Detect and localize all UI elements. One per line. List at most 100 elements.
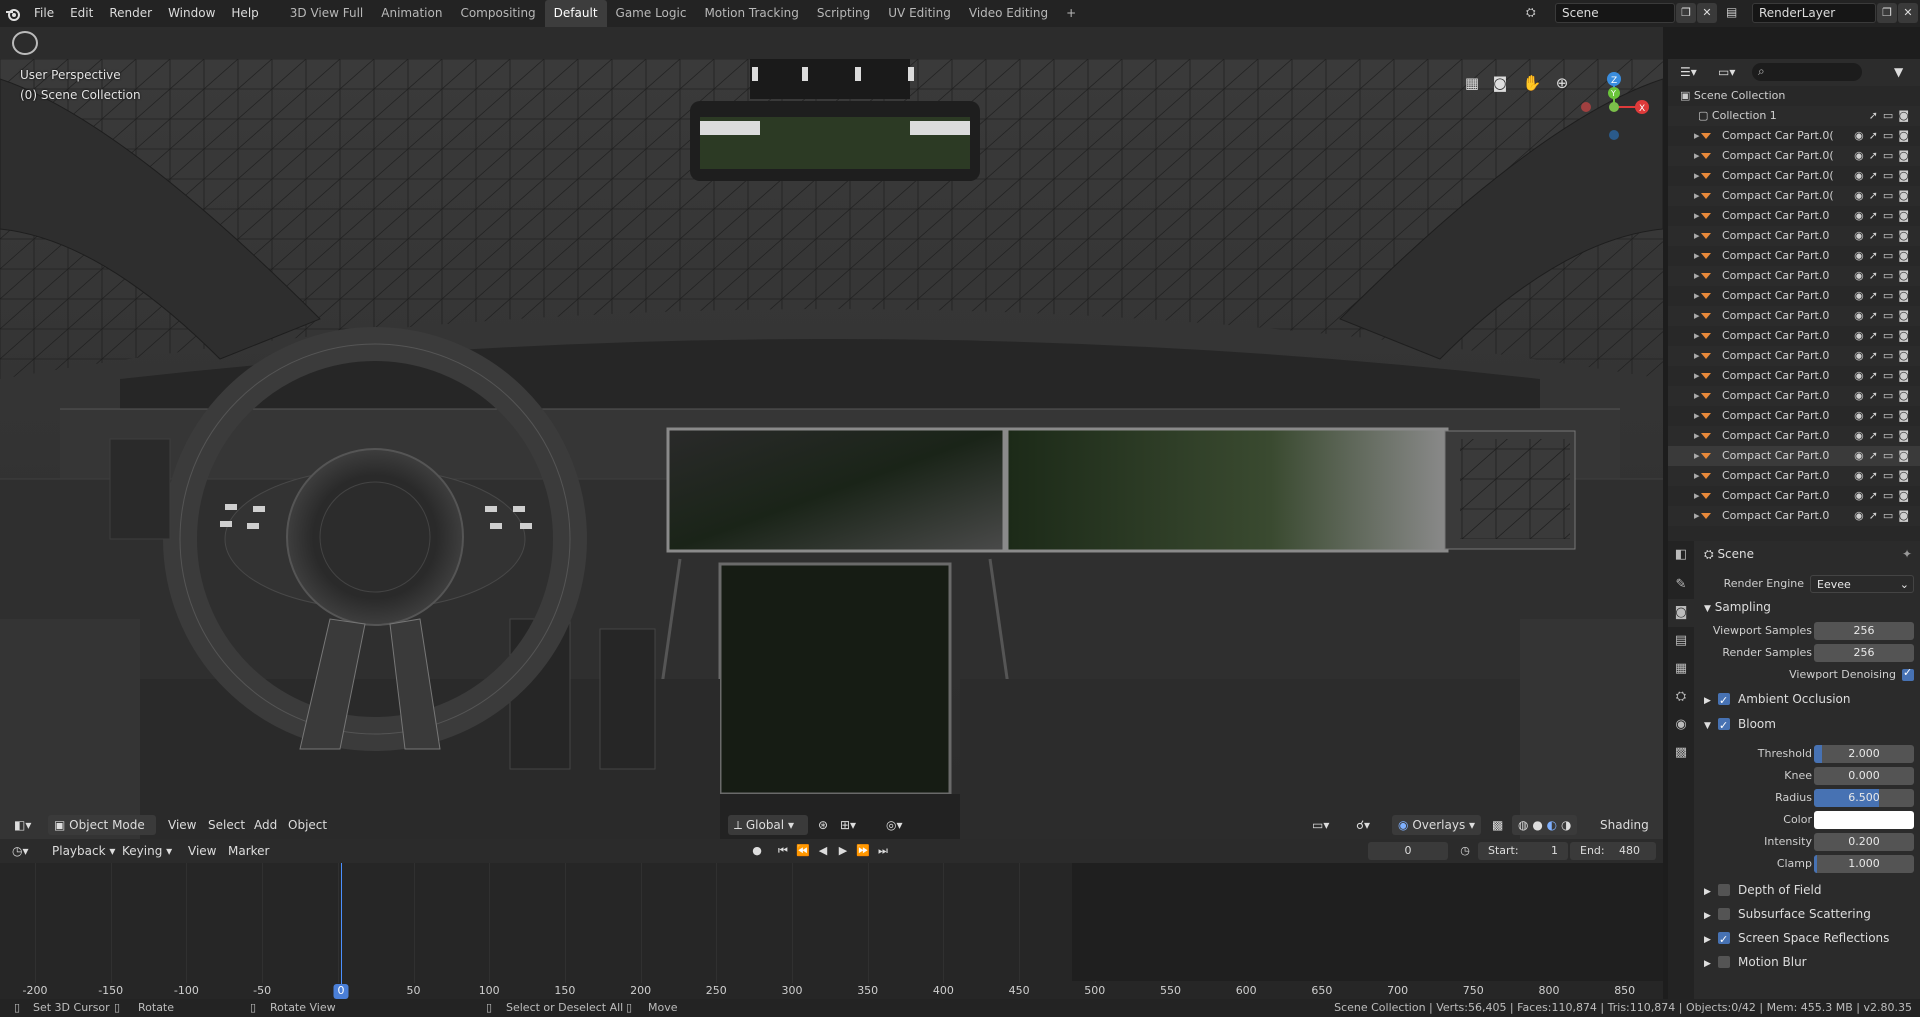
subsurface-panel[interactable]: ▶ Subsurface Scattering [1696, 903, 1920, 925]
bloom-panel[interactable]: ▼ Bloom [1696, 713, 1920, 737]
jump-start-icon[interactable]: ⏮ [774, 842, 792, 860]
clamp-slider[interactable]: 1.000 [1814, 855, 1914, 873]
visibility-toggle-icons[interactable]: ◉➚▭◙ [1854, 146, 1914, 166]
visibility-toggle-icons[interactable]: ◉➚▭◙ [1854, 346, 1914, 366]
expand-arrow-icon[interactable]: ▸ [1694, 466, 1700, 486]
texture-tab-icon[interactable]: ▩ [1668, 739, 1694, 767]
expand-arrow-icon[interactable]: ▸ [1694, 126, 1700, 146]
outliner-item[interactable]: ▸ Compact Car Part.0 ◉➚▭◙ [1668, 426, 1920, 446]
wireframe-shading-icon[interactable]: ◍ [1518, 818, 1528, 832]
menu-file[interactable]: File [26, 0, 62, 27]
prev-keyframe-icon[interactable]: ⏪ [794, 842, 812, 860]
shading-dropdown[interactable]: Shading [1594, 815, 1655, 835]
expand-arrow-icon[interactable]: ▸ [1694, 166, 1700, 186]
depth-of-field-panel[interactable]: ▶ Depth of Field [1696, 879, 1920, 901]
outliner-item[interactable]: ▸ Compact Car Part.0 ◉➚▭◙ [1668, 486, 1920, 506]
intensity-slider[interactable]: 0.200 [1814, 833, 1914, 851]
world-tab-icon[interactable]: ◉ [1668, 711, 1694, 739]
viewport-samples-field[interactable]: 256 [1814, 622, 1914, 640]
outliner-item[interactable]: ▸ Compact Car Part.0 ◉➚▭◙ [1668, 506, 1920, 526]
visibility-toggle-icons[interactable]: ◉➚▭◙ [1854, 426, 1914, 446]
scene-selector[interactable]: Scene [1555, 3, 1675, 23]
zoom-icon[interactable]: ⊕ [1550, 71, 1574, 95]
outliner-item[interactable]: ▸ Compact Car Part.0 ◉➚▭◙ [1668, 286, 1920, 306]
timeline-body[interactable]: -200 -150 -100 -50 50 100 150 200 250 300 350 400 45… [0, 863, 1663, 999]
outliner-search-input[interactable]: ⌕ [1752, 63, 1862, 81]
new-scene-button[interactable]: ❐ [1676, 3, 1696, 23]
ambient-occlusion-checkbox[interactable] [1718, 690, 1730, 712]
visibility-toggle-icons[interactable]: ◉➚▭◙ [1854, 126, 1914, 146]
visibility-toggle-icons[interactable]: ◉➚▭◙ [1854, 226, 1914, 246]
record-icon[interactable]: ● [748, 842, 766, 860]
pivot-icon[interactable]: ⊛ [812, 815, 834, 835]
outliner-item[interactable]: ▸ Compact Car Part.0 ◉➚▭◙ [1668, 206, 1920, 226]
tool-tab-icon[interactable]: ✎ [1668, 571, 1694, 599]
outliner-item[interactable]: ▸ Compact Car Part.0(◉➚▭◙ [1668, 146, 1920, 166]
tab-motion-tracking[interactable]: Motion Tracking [695, 0, 807, 27]
play-icon[interactable]: ▶ [834, 842, 852, 860]
properties-editor-type-icon[interactable]: ◧ [1668, 541, 1694, 571]
outliner-item[interactable]: ▸ Compact Car Part.0(◉➚▭◙ [1668, 166, 1920, 186]
tab-scripting[interactable]: Scripting [808, 0, 879, 27]
scene-tab-icon[interactable]: ⛭ [1668, 683, 1694, 711]
tab-uv-editing[interactable]: UV Editing [879, 0, 960, 27]
outliner-item[interactable]: ▸ Compact Car Part.0(◉➚▭◙ [1668, 186, 1920, 206]
viewport-menu-select[interactable]: Select [202, 815, 251, 835]
tab-3d-view-full[interactable]: 3D View Full [281, 0, 373, 27]
current-frame-field[interactable]: 0 [1368, 842, 1448, 860]
scene-icon[interactable]: ⛭ [1526, 5, 1536, 20]
expand-arrow-icon[interactable]: ▸ [1694, 486, 1700, 506]
visibility-toggle-icons[interactable]: ◉➚▭◙ [1854, 446, 1914, 466]
tab-compositing[interactable]: Compositing [451, 0, 544, 27]
tab-game-logic[interactable]: Game Logic [607, 0, 696, 27]
outliner-item[interactable]: ▸ Compact Car Part.0 ◉➚▭◙ [1668, 326, 1920, 346]
render-samples-field[interactable]: 256 [1814, 644, 1914, 662]
expand-arrow-icon[interactable]: ▸ [1694, 426, 1700, 446]
motion-blur-checkbox[interactable] [1718, 956, 1730, 968]
gizmo-toggle-icon[interactable]: ☌▾ [1350, 815, 1376, 835]
viewport-denoising-checkbox[interactable] [1902, 666, 1914, 681]
knee-slider[interactable]: 0.000 [1814, 767, 1914, 785]
3d-viewport[interactable]: User Perspective (0) Scene Collection ▦ … [0, 59, 1663, 839]
display-mode-icon[interactable]: ▭▾ [1712, 62, 1741, 82]
object-mode-dropdown[interactable]: ▣ Object Mode ▾ [48, 815, 156, 852]
threshold-slider[interactable]: 2.000 [1814, 745, 1914, 763]
view-object-types-icon[interactable]: ▭▾ [1306, 815, 1335, 835]
visibility-toggle-icons[interactable]: ◉➚▭◙ [1854, 326, 1914, 346]
expand-arrow-icon[interactable]: ▸ [1694, 146, 1700, 166]
timeline-menu-marker[interactable]: Marker [222, 841, 275, 861]
grid-view-icon[interactable]: ▦ [1460, 71, 1484, 95]
add-workspace-button[interactable]: + [1057, 0, 1085, 27]
expand-arrow-icon[interactable]: ▸ [1694, 186, 1700, 206]
outliner-scene-collection[interactable]: ▣ Scene Collection [1668, 86, 1920, 106]
viewport-menu-view[interactable]: View [162, 815, 202, 835]
expand-arrow-icon[interactable]: ▸ [1694, 366, 1700, 386]
delete-scene-icon[interactable]: ✕ [1697, 3, 1717, 23]
visibility-toggle-icons[interactable]: ◉➚▭◙ [1854, 206, 1914, 226]
timeline-menu-view[interactable]: View [182, 841, 222, 861]
editor-type-icon[interactable]: ◧▾ [8, 815, 37, 835]
outliner-item[interactable]: ▸ Compact Car Part.0 ◉➚▭◙ [1668, 366, 1920, 386]
new-view-layer-button[interactable]: ❐ [1877, 3, 1897, 23]
tab-default[interactable]: Default [544, 0, 607, 27]
navigation-gizmo[interactable]: Z X Y [1574, 67, 1654, 147]
visibility-toggle-icons[interactable]: ◉➚▭◙ [1854, 166, 1914, 186]
expand-arrow-icon[interactable]: ▸ [1694, 406, 1700, 426]
blender-logo-icon[interactable] [0, 0, 26, 27]
view-layer-icon[interactable]: ▤ [1726, 5, 1737, 19]
view-layer-selector[interactable]: RenderLayer [1752, 3, 1876, 23]
sampling-panel-header[interactable]: ▼ Sampling [1696, 596, 1920, 618]
outliner-item[interactable]: ▸ Compact Car Part.0 ◉➚▭◙ [1668, 246, 1920, 266]
menu-help[interactable]: Help [223, 0, 266, 27]
playhead[interactable] [341, 863, 342, 987]
expand-arrow-icon[interactable]: ▸ [1694, 246, 1700, 266]
outliner-item[interactable]: ▸ Compact Car Part.0 ◉➚▭◙ [1668, 466, 1920, 486]
pan-hand-icon[interactable]: ✋ [1520, 71, 1544, 95]
outliner-item[interactable]: ▸ Compact Car Part.0 ◉➚▭◙ [1668, 446, 1920, 466]
visibility-toggle-icons[interactable]: ◉➚▭◙ [1854, 366, 1914, 386]
material-shading-icon[interactable]: ◐ [1547, 818, 1557, 832]
camera-view-icon[interactable]: ◙ [1488, 71, 1512, 95]
timeline-menu-playback[interactable]: Playback ▾ [46, 841, 121, 861]
visibility-toggle-icons[interactable]: ◉➚▭◙ [1854, 266, 1914, 286]
menu-edit[interactable]: Edit [62, 0, 101, 27]
